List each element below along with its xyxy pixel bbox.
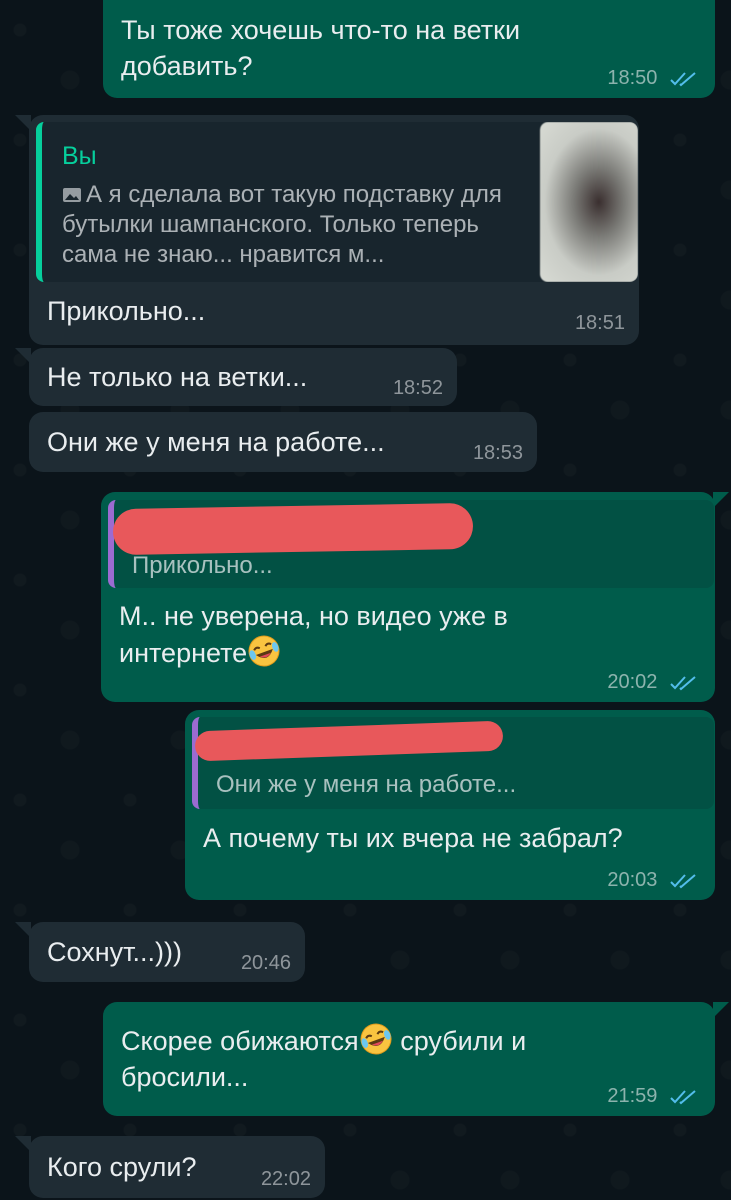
message-incoming[interactable]: Они же у меня на работе... 18:53	[29, 412, 537, 472]
time-label: 20:03	[607, 869, 658, 891]
message-time: 20:03	[607, 869, 699, 892]
reply-text: Они же у меня на работе...	[216, 771, 517, 798]
message-time: 18:51	[574, 312, 625, 334]
message-text: М.. не уверена, но видео уже в интернете	[119, 598, 679, 671]
message-text: Кого срули?	[47, 1152, 197, 1182]
reply-author: Вы	[62, 142, 97, 170]
message-text: Ты тоже хочешь что-то на ветки добавить?	[121, 15, 521, 81]
message-text-part: Скорее обижаются	[121, 1026, 359, 1056]
reply-quote[interactable]: Вы А я сделала вот такую подставку для б…	[36, 122, 638, 282]
message-outgoing[interactable]: Прикольно... М.. не уверена, но видео уж…	[101, 492, 729, 702]
message-incoming[interactable]: Вы А я сделала вот такую подставку для б…	[15, 115, 639, 345]
double-check-icon	[670, 71, 696, 87]
reply-thumbnail	[540, 122, 638, 282]
time-label: 18:50	[607, 67, 658, 89]
message-text: Прикольно...	[47, 296, 206, 326]
message-outgoing[interactable]: Они же у меня на работе... А почему ты и…	[185, 710, 715, 900]
message-time: 18:50	[607, 67, 699, 90]
message-time: 20:02	[607, 671, 699, 694]
double-check-icon	[670, 873, 696, 889]
message-time: 20:46	[240, 952, 291, 974]
redaction-mark	[112, 502, 474, 556]
message-text-line: М.. не уверена, но видео уже в	[119, 601, 508, 631]
message-incoming[interactable]: Не только на ветки... 18:52	[15, 348, 457, 406]
reply-text: Прикольно...	[132, 552, 273, 579]
message-text-part: срубили и	[400, 1026, 527, 1056]
message-text-line: бросили...	[121, 1062, 249, 1092]
message-incoming[interactable]: Сохнут...))) 20:46	[15, 922, 305, 982]
message-time: 22:02	[260, 1168, 311, 1190]
message-text: А почему ты их вчера не забрал?	[203, 823, 623, 853]
message-text-line: интернете	[119, 638, 248, 668]
reply-snippet: А я сделала вот такую подставку для буты…	[62, 181, 502, 268]
double-check-icon	[670, 675, 696, 691]
rolling-on-floor-laughing-emoji	[248, 635, 280, 667]
message-text: Не только на ветки...	[47, 362, 308, 392]
message-time: 18:52	[392, 377, 443, 399]
message-time: 21:59	[607, 1085, 699, 1108]
message-outgoing[interactable]: Ты тоже хочешь что-то на ветки добавить?…	[103, 0, 715, 98]
rolling-on-floor-laughing-emoji	[360, 1023, 392, 1055]
double-check-icon	[670, 1089, 696, 1105]
reply-text: А я сделала вот такую подставку для буты…	[62, 180, 522, 270]
time-label: 21:59	[607, 1085, 658, 1107]
message-incoming[interactable]: Кого срули? 22:02	[15, 1136, 325, 1198]
message-text: Сохнут...)))	[47, 937, 182, 967]
message-text: Они же у меня на работе...	[47, 427, 385, 457]
time-label: 20:02	[607, 671, 658, 693]
message-outgoing[interactable]: Скорее обижаются срубили и бросили... 21…	[103, 1002, 729, 1116]
message-text: Скорее обижаются срубили и бросили...	[121, 1022, 681, 1095]
photo-icon	[63, 188, 81, 202]
message-time: 18:53	[472, 442, 523, 464]
